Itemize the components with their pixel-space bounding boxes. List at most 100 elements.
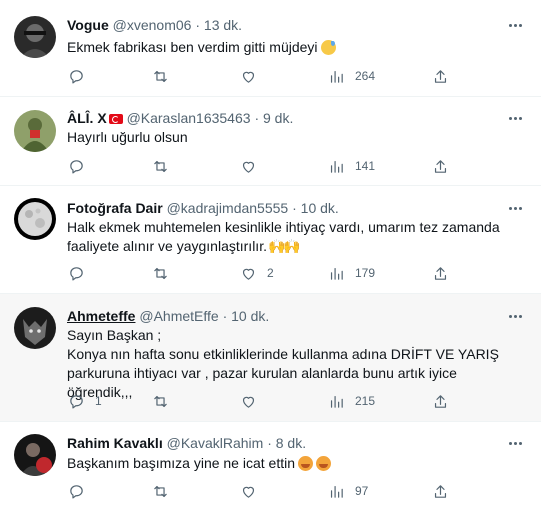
separator: ·	[254, 110, 260, 126]
view-count: 141	[355, 159, 376, 173]
tweet-text-line: Başkanım başımıza yine ne icat ettin	[67, 455, 295, 471]
turkish-flag-icon	[108, 114, 123, 124]
more-options-icon[interactable]	[505, 201, 525, 215]
view-count: 97	[355, 484, 369, 498]
retweet-button[interactable]	[152, 480, 179, 502]
separator: ·	[195, 17, 201, 33]
timestamp[interactable]: 8 dk.	[276, 435, 306, 451]
share-button[interactable]	[432, 390, 449, 412]
heart-icon	[242, 486, 255, 498]
tweet[interactable]: Vogue @xvenom06 · 13 dk. Ekmek fabrikası…	[0, 0, 541, 97]
timestamp[interactable]: 13 dk.	[204, 17, 242, 33]
avatar-image	[14, 198, 56, 240]
avatar-image	[14, 434, 56, 476]
user-handle[interactable]: @Karaslan1635463	[127, 110, 251, 126]
reply-feed: Vogue @xvenom06 · 13 dk. Ekmek fabrikası…	[0, 0, 541, 512]
reply-icon	[70, 484, 83, 498]
like-button[interactable]	[240, 390, 267, 412]
share-icon	[434, 69, 447, 83]
tweet-text-line: faaliyete alınır ve yaygınlaştırılır.	[67, 238, 267, 254]
reply-button[interactable]	[68, 262, 95, 284]
views-button[interactable]: 179	[328, 262, 375, 284]
views-button[interactable]: 141	[328, 155, 375, 177]
display-name[interactable]: ÂLÎ. X	[67, 110, 107, 126]
raised-hands-emoji-icon: 🙌🙌	[267, 238, 301, 254]
reply-count: 1	[95, 394, 102, 408]
reply-button[interactable]	[68, 480, 95, 502]
views-chart-icon	[330, 395, 343, 408]
tweet-actions: 97	[60, 480, 461, 502]
view-count: 264	[355, 69, 376, 83]
more-options-icon[interactable]	[505, 436, 525, 450]
tweet[interactable]: ÂLÎ. X @Karaslan1635463 · 9 dk. Hayırlı …	[0, 97, 541, 186]
retweet-icon	[154, 485, 167, 497]
tweet[interactable]: Ahmeteffe @AhmetEffe · 10 dk. Sayın Başk…	[0, 294, 541, 422]
like-button[interactable]: 2	[240, 262, 274, 284]
retweet-button[interactable]	[152, 262, 179, 284]
user-handle[interactable]: @xvenom06	[113, 17, 192, 33]
reply-button[interactable]: 1	[68, 390, 102, 412]
like-button[interactable]	[240, 480, 267, 502]
view-count: 215	[355, 394, 376, 408]
share-button[interactable]	[432, 155, 449, 177]
views-button[interactable]: 215	[328, 390, 375, 412]
display-name[interactable]: Rahim Kavaklı	[67, 435, 163, 451]
tweet-text-line: Ekmek fabrikası ben verdim gitti müjdeyi	[67, 39, 318, 55]
timestamp[interactable]: 10 dk.	[301, 200, 339, 216]
tweet-text-line: Hayırlı uğurlu olsun	[67, 129, 188, 145]
tweet-text-line: Halk ekmek muhtemelen kesinlikle ihtiyaç…	[67, 219, 500, 235]
share-icon	[434, 159, 447, 173]
retweet-button[interactable]	[152, 390, 179, 412]
tweet-actions: 264	[60, 65, 461, 87]
user-handle[interactable]: @AhmetEffe	[139, 308, 218, 324]
views-chart-icon	[330, 485, 343, 498]
avatar[interactable]	[14, 307, 56, 349]
display-name[interactable]: Ahmeteffe	[67, 308, 135, 324]
reply-icon	[70, 266, 83, 280]
tweet[interactable]: Rahim Kavaklı @KavaklRahim · 8 dk. Başka…	[0, 422, 541, 512]
views-button[interactable]: 264	[328, 65, 375, 87]
avatar[interactable]	[14, 198, 56, 240]
reply-button[interactable]	[68, 155, 95, 177]
display-name[interactable]: Fotoğrafa Dair	[67, 200, 163, 216]
separator: ·	[292, 200, 297, 216]
retweet-icon	[154, 267, 167, 279]
tweet-actions: 1 215	[60, 390, 461, 412]
tweet-actions: 141	[60, 155, 461, 177]
avatar[interactable]	[14, 16, 56, 58]
retweet-icon	[154, 395, 167, 407]
more-options-icon[interactable]	[505, 309, 525, 323]
display-name[interactable]: Vogue	[67, 17, 109, 33]
reply-button[interactable]	[68, 65, 95, 87]
reply-icon	[70, 394, 83, 408]
reply-icon	[70, 69, 83, 83]
tweet-header: Rahim Kavaklı @KavaklRahim · 8 dk.	[67, 434, 497, 452]
user-handle[interactable]: @KavaklRahim	[167, 435, 264, 451]
share-button[interactable]	[432, 480, 449, 502]
like-count: 2	[267, 266, 274, 280]
like-button[interactable]	[240, 155, 267, 177]
avatar[interactable]	[14, 434, 56, 476]
tweet-text-line: Sayın Başkan ;	[67, 327, 162, 343]
views-button[interactable]: 97	[328, 480, 368, 502]
more-options-icon[interactable]	[505, 111, 525, 125]
heart-icon	[242, 71, 255, 83]
avatar-image	[14, 307, 56, 349]
tweet[interactable]: Fotoğrafa Dair @kadrajimdan5555 · 10 dk.…	[0, 186, 541, 294]
heart-icon	[242, 161, 255, 173]
timestamp[interactable]: 9 dk.	[263, 110, 293, 126]
share-icon	[434, 266, 447, 280]
more-options-icon[interactable]	[505, 18, 525, 32]
like-button[interactable]	[240, 65, 267, 87]
tweet-actions: 2 179	[60, 262, 461, 284]
timestamp[interactable]: 10 dk.	[231, 308, 269, 324]
user-handle[interactable]: @kadrajimdan5555	[167, 200, 289, 216]
avatar[interactable]	[14, 110, 56, 152]
share-button[interactable]	[432, 65, 449, 87]
separator: ·	[222, 308, 228, 324]
retweet-button[interactable]	[152, 65, 179, 87]
retweet-button[interactable]	[152, 155, 179, 177]
view-count: 179	[355, 266, 376, 280]
face-emoji-icon	[316, 456, 331, 471]
share-button[interactable]	[432, 262, 449, 284]
